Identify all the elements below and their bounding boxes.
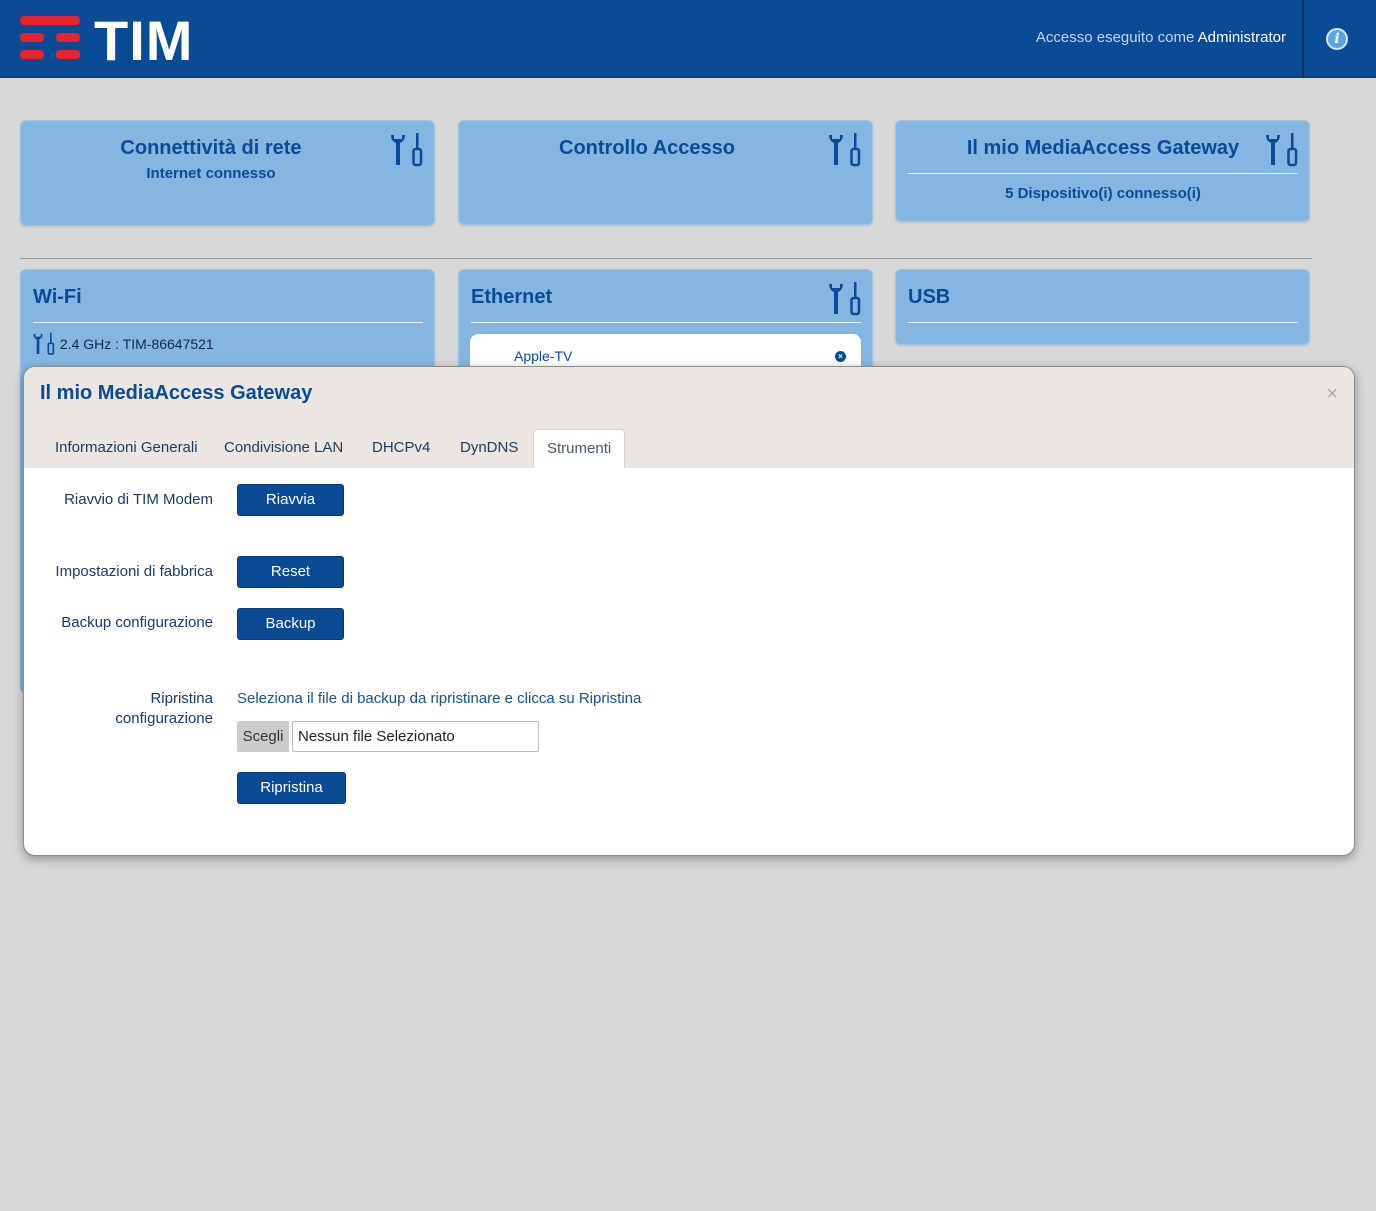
card-status: Internet connesso <box>146 165 276 182</box>
card-divider <box>33 322 423 323</box>
tab-dyndns[interactable]: DynDNS <box>447 429 531 468</box>
reboot-label: Riavvio di TIM Modem <box>64 491 213 508</box>
settings-tools-icon[interactable] <box>389 133 425 167</box>
card-divider <box>908 322 1298 323</box>
card-wifi[interactable]: Wi-Fi <box>20 269 435 379</box>
restore-label-line2: configurazione <box>115 710 213 727</box>
login-prefix: Accesso eseguito come <box>1035 29 1195 46</box>
tab-dhcpv4[interactable]: DHCPv4 <box>359 429 443 468</box>
tim-logo-mark <box>20 14 82 64</box>
header-divider <box>1302 0 1304 78</box>
card-divider <box>471 322 861 323</box>
tab-strumenti[interactable]: Strumenti <box>533 429 626 468</box>
card-title: USB <box>908 286 951 308</box>
card-access-control[interactable]: Controllo Accesso <box>458 120 873 225</box>
login-user[interactable]: Administrator <box>1198 29 1286 46</box>
brand-name: TIM <box>94 9 194 72</box>
settings-tools-icon[interactable] <box>827 133 863 167</box>
backup-label: Backup configurazione <box>61 614 213 631</box>
close-icon[interactable]: × <box>1326 383 1338 406</box>
backup-button[interactable]: Backup <box>237 608 344 640</box>
modal-header: Il mio MediaAccess Gateway × Informazion… <box>24 367 1354 468</box>
card-title: Wi-Fi <box>33 286 82 308</box>
section-divider <box>20 258 1312 259</box>
card-gateway[interactable]: Il mio MediaAccess Gateway 5 Dispositivo… <box>895 120 1310 222</box>
top-header: TIM Accesso eseguito come Administrator … <box>0 0 1376 78</box>
card-status: 5 Dispositivo(i) connesso(i) <box>1005 185 1201 202</box>
card-divider <box>908 173 1298 174</box>
modal-title: Il mio MediaAccess Gateway <box>40 382 313 404</box>
restore-button[interactable]: Ripristina <box>237 772 346 804</box>
settings-tools-icon[interactable] <box>32 332 56 356</box>
reboot-button[interactable]: Riavvia <box>237 484 344 516</box>
selected-file-field[interactable]: Nessun file Selezionato <box>292 721 539 752</box>
card-usb[interactable]: USB <box>895 269 1310 345</box>
card-title: Controllo Accesso <box>559 137 735 159</box>
factory-reset-button[interactable]: Reset <box>237 556 344 588</box>
ethernet-device-name[interactable]: Apple-TV <box>514 348 572 364</box>
tim-logo: TIM <box>20 9 220 72</box>
choose-file-button[interactable]: Scegli <box>237 721 289 752</box>
gateway-modal: Il mio MediaAccess Gateway × Informazion… <box>23 366 1355 856</box>
settings-tools-icon[interactable] <box>1264 133 1300 167</box>
wifi-network-label: 2.4 GHz : TIM-86647521 <box>59 336 214 352</box>
info-icon[interactable]: i <box>1326 28 1348 50</box>
tab-informazioni-generali[interactable]: Informazioni Generali <box>42 429 211 468</box>
wifi-network-row[interactable]: 2.4 GHz : TIM-86647521 <box>32 332 214 356</box>
card-title: Il mio MediaAccess Gateway <box>966 137 1240 159</box>
remove-device-icon[interactable]: × <box>835 351 846 362</box>
factory-reset-label: Impostazioni di fabbrica <box>55 563 213 580</box>
tab-condivisione-lan[interactable]: Condivisione LAN <box>211 429 356 468</box>
login-info: Accesso eseguito come Administrator <box>1036 29 1286 46</box>
card-network-connectivity[interactable]: Connettività di rete Internet connesso <box>20 120 435 226</box>
restore-label-line1: Ripristina <box>150 690 213 707</box>
restore-label: Ripristina configurazione <box>115 689 213 729</box>
card-title: Ethernet <box>471 286 553 308</box>
restore-hint: Seleziona il file di backup da ripristin… <box>237 690 642 707</box>
card-title: Connettività di rete <box>120 137 302 159</box>
settings-tools-icon[interactable] <box>827 282 863 316</box>
